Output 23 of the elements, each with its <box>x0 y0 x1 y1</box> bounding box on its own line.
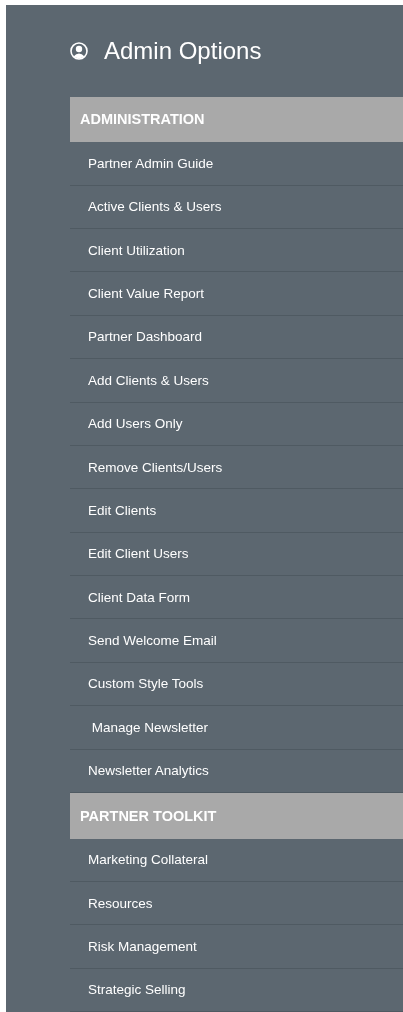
menu-link[interactable]: Marketing Collateral <box>70 838 403 882</box>
menu-link[interactable]: Client Data Form <box>70 576 403 620</box>
menu-link[interactable]: Resources <box>70 882 403 926</box>
user-icon <box>70 41 88 60</box>
menu-link[interactable]: Partner Admin Guide <box>70 142 403 186</box>
menu-link[interactable]: Add Clients & Users <box>70 359 403 403</box>
menu-link[interactable]: Strategic Selling <box>70 968 403 1012</box>
section-heading: PARTNER TOOLKIT <box>70 792 403 839</box>
menu-link[interactable]: Client Value Report <box>70 272 403 316</box>
section-heading: ADMINISTRATION <box>70 96 403 143</box>
menu-link[interactable]: Manage Newsletter <box>70 706 403 750</box>
menu-link[interactable]: Custom Style Tools <box>70 662 403 707</box>
menu-link[interactable]: Send Welcome Email <box>70 619 403 663</box>
menu-link[interactable]: Risk Management <box>70 925 403 969</box>
menu-link[interactable]: Partner Dashboard <box>70 315 403 360</box>
menu-link[interactable]: Edit Clients <box>70 489 403 533</box>
menu-link[interactable]: Newsletter Analytics <box>70 749 403 793</box>
menu-link[interactable]: Client Utilization <box>70 229 403 273</box>
menu-link[interactable]: Active Clients & Users <box>70 185 403 229</box>
menu-link[interactable]: Remove Clients/Users <box>70 445 403 490</box>
menu-link[interactable]: Edit Client Users <box>70 532 403 576</box>
menu-link[interactable]: Add Users Only <box>70 402 403 446</box>
panel-title: Admin Options <box>104 36 262 65</box>
